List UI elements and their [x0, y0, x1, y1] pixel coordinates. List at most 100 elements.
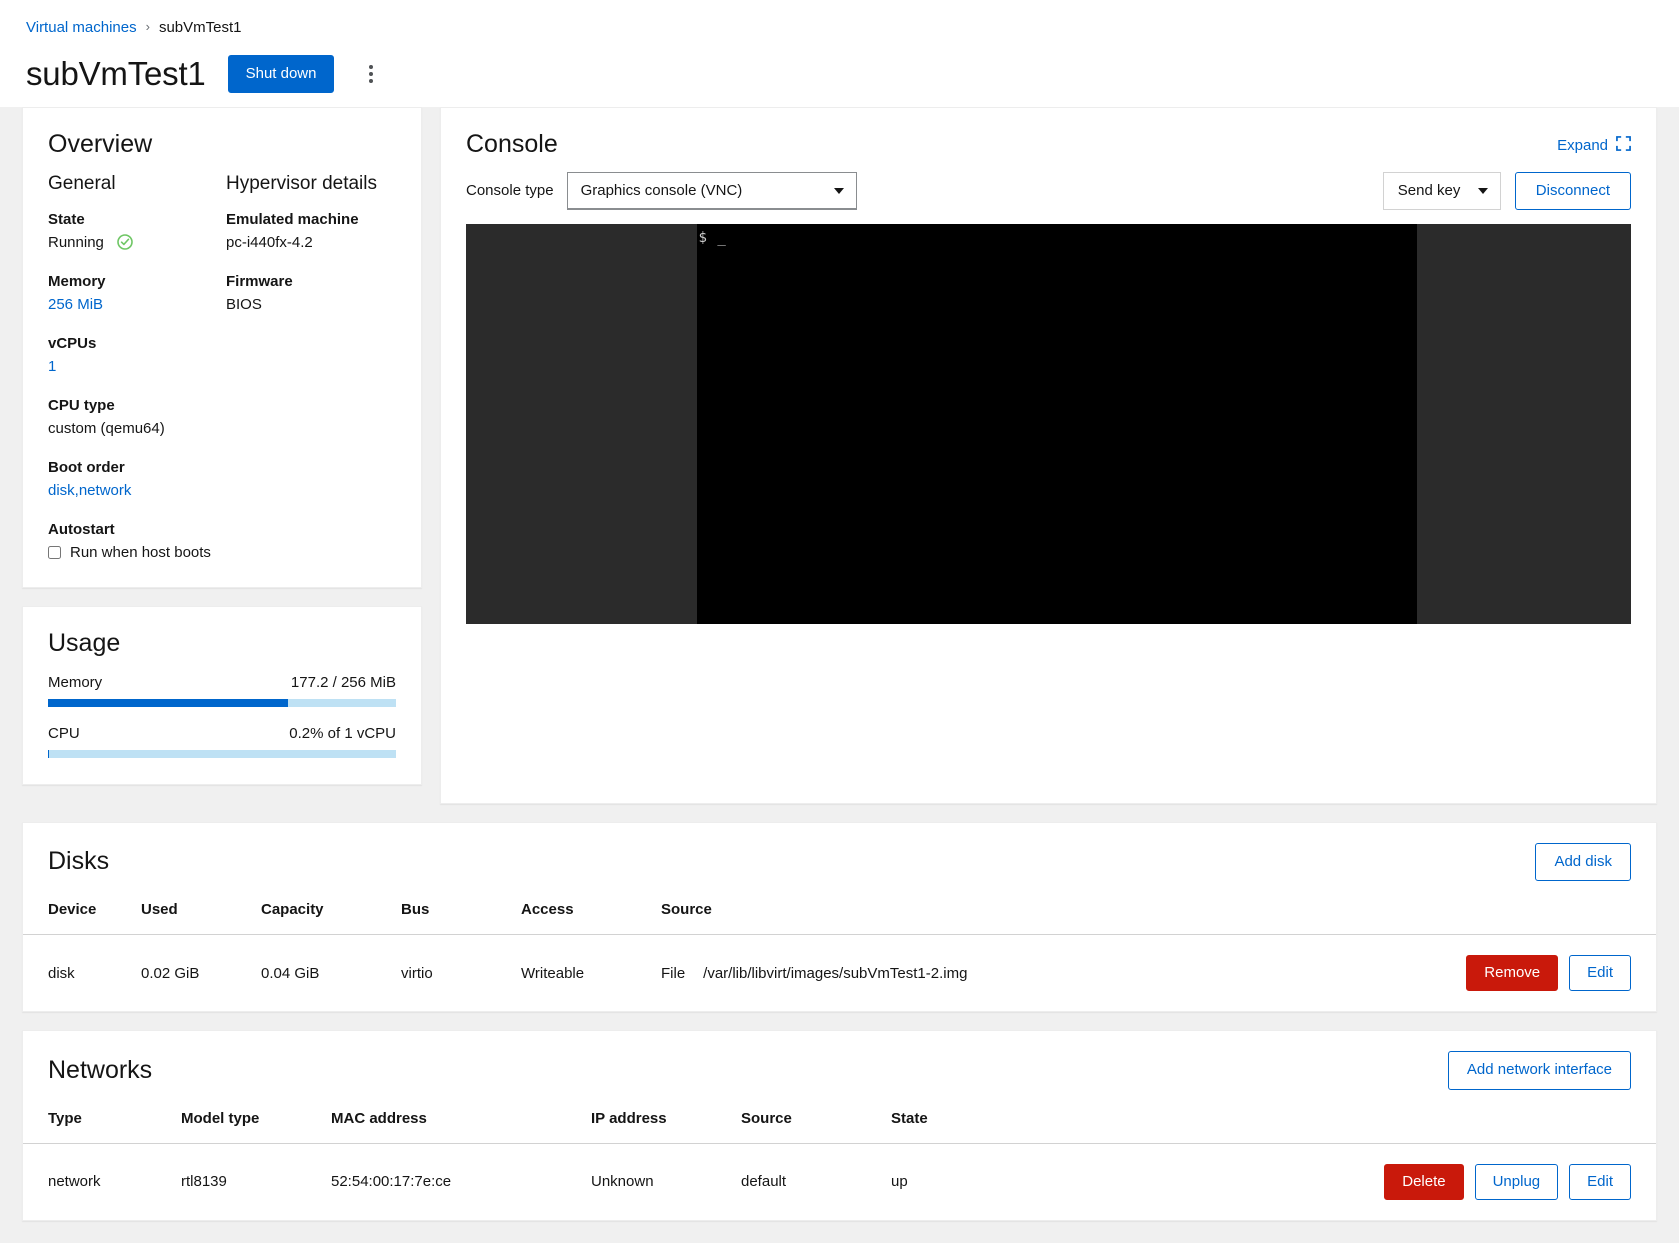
- edit-disk-button[interactable]: Edit: [1569, 955, 1631, 991]
- console-actions: Send key Disconnect: [1383, 172, 1631, 210]
- disk-used: 0.02 GiB: [133, 935, 253, 1012]
- disks-col-capacity: Capacity: [253, 895, 393, 935]
- overview-card: Overview General State Running: [22, 107, 422, 588]
- disks-col-bus: Bus: [393, 895, 513, 935]
- usage-memory-track: [48, 699, 396, 707]
- usage-memory-value: 177.2 / 256 MiB: [291, 674, 396, 691]
- networks-header-row: Type Model type MAC address IP address S…: [23, 1104, 1656, 1144]
- disks-col-device: Device: [23, 895, 133, 935]
- breadcrumb-link-virtual-machines[interactable]: Virtual machines: [26, 18, 137, 38]
- state-value-row: Running: [48, 234, 218, 251]
- usage-title: Usage: [23, 607, 421, 658]
- networks-card: Networks Add network interface Type Mode…: [22, 1030, 1657, 1221]
- console-type-group: Console type Graphics console (VNC): [466, 172, 857, 210]
- vcpus-label: vCPUs: [48, 335, 218, 352]
- autostart-checkbox[interactable]: [48, 546, 61, 559]
- cpu-type-label: CPU type: [48, 397, 218, 414]
- usage-memory-fill: [48, 699, 288, 707]
- autostart-label: Autostart: [48, 521, 218, 538]
- disk-row-actions: Remove Edit: [1406, 935, 1656, 1012]
- autostart-checkbox-label: Run when host boots: [70, 544, 211, 561]
- disks-col-access: Access: [513, 895, 653, 935]
- console-type-label: Console type: [466, 182, 554, 199]
- expand-icon: [1616, 136, 1631, 155]
- vnc-console-viewport[interactable]: $ _: [466, 224, 1631, 624]
- usage-memory-row: Memory 177.2 / 256 MiB: [48, 674, 396, 707]
- disks-col-source: Source: [653, 895, 1406, 935]
- console-type-select[interactable]: Graphics console (VNC): [567, 172, 857, 210]
- usage-memory-label: Memory: [48, 674, 102, 691]
- expand-console-button[interactable]: Expand: [1557, 130, 1631, 155]
- disks-title: Disks: [48, 847, 109, 876]
- networks-col-source: Source: [733, 1104, 883, 1144]
- networks-col-type: Type: [23, 1104, 173, 1144]
- console-toolbar: Console type Graphics console (VNC) Send…: [441, 159, 1656, 224]
- disk-capacity: 0.04 GiB: [253, 935, 393, 1012]
- overview-general-heading: General: [48, 173, 218, 195]
- main-content: Overview General State Running: [0, 107, 1679, 1243]
- chevron-down-icon: [1478, 188, 1488, 194]
- usage-body: Memory 177.2 / 256 MiB CPU 0.2% of 1 vCP…: [23, 658, 421, 784]
- vnc-terminal-prompt: $ _: [699, 230, 727, 246]
- console-card: Console Expand Console type: [440, 107, 1657, 804]
- networks-col-state: State: [883, 1104, 1336, 1144]
- networks-col-mac-address: MAC address: [323, 1104, 583, 1144]
- network-mac-address: 52:54:00:17:7e:ce: [323, 1143, 583, 1220]
- disk-source: File /var/lib/libvirt/images/subVmTest1-…: [653, 935, 1406, 1012]
- table-row: disk 0.02 GiB 0.04 GiB virtio Writeable …: [23, 935, 1656, 1012]
- networks-title: Networks: [48, 1056, 152, 1085]
- disk-device: disk: [23, 935, 133, 1012]
- add-disk-button[interactable]: Add disk: [1535, 843, 1631, 881]
- left-column: Overview General State Running: [22, 107, 422, 785]
- overview-title: Overview: [23, 108, 421, 159]
- networks-col-model-type: Model type: [173, 1104, 323, 1144]
- disks-header-row: Device Used Capacity Bus Access Source: [23, 895, 1656, 935]
- breadcrumb-current: subVmTest1: [159, 18, 242, 38]
- vnc-screen[interactable]: $ _: [697, 224, 1417, 624]
- shut-down-button[interactable]: Shut down: [228, 55, 335, 93]
- console-type-selected-value: Graphics console (VNC): [581, 182, 743, 199]
- usage-cpu-row: CPU 0.2% of 1 vCPU: [48, 725, 396, 758]
- disks-table: Device Used Capacity Bus Access Source d…: [23, 895, 1656, 1011]
- disk-source-kind: File: [661, 965, 685, 982]
- add-network-interface-button[interactable]: Add network interface: [1448, 1051, 1631, 1089]
- remove-disk-button[interactable]: Remove: [1466, 955, 1558, 991]
- firmware-value: BIOS: [226, 296, 396, 313]
- send-key-dropdown[interactable]: Send key: [1383, 172, 1501, 210]
- disk-source-path: /var/lib/libvirt/images/subVmTest1-2.img: [703, 965, 967, 982]
- usage-memory-head: Memory 177.2 / 256 MiB: [48, 674, 396, 691]
- disks-col-used: Used: [133, 895, 253, 935]
- networks-col-ip-address: IP address: [583, 1104, 733, 1144]
- disk-bus: virtio: [393, 935, 513, 1012]
- status-running-check-icon: [117, 234, 133, 250]
- boot-order-value-link[interactable]: disk,network: [48, 482, 218, 499]
- send-key-label: Send key: [1398, 182, 1461, 199]
- console-title: Console: [466, 130, 558, 159]
- unplug-network-button[interactable]: Unplug: [1475, 1164, 1559, 1200]
- usage-card: Usage Memory 177.2 / 256 MiB CPU: [22, 606, 422, 785]
- networks-header: Networks Add network interface: [23, 1031, 1656, 1103]
- edit-network-button[interactable]: Edit: [1569, 1164, 1631, 1200]
- overview-body: General State Running Memory: [23, 159, 421, 587]
- disks-header: Disks Add disk: [23, 823, 1656, 895]
- state-value: Running: [48, 234, 104, 251]
- emulated-machine-label: Emulated machine: [226, 211, 396, 228]
- memory-label: Memory: [48, 273, 218, 290]
- delete-network-button[interactable]: Delete: [1384, 1164, 1463, 1200]
- network-ip-address: Unknown: [583, 1143, 733, 1220]
- state-label: State: [48, 211, 218, 228]
- page-header: Virtual machines › subVmTest1 subVmTest1…: [0, 0, 1679, 107]
- memory-value-link[interactable]: 256 MiB: [48, 296, 218, 313]
- vcpus-value-link[interactable]: 1: [48, 358, 218, 375]
- boot-order-label: Boot order: [48, 459, 218, 476]
- usage-cpu-track: [48, 750, 396, 758]
- usage-cpu-label: CPU: [48, 725, 80, 742]
- title-row: subVmTest1 Shut down: [26, 55, 1653, 93]
- networks-table: Type Model type MAC address IP address S…: [23, 1104, 1656, 1220]
- disconnect-button[interactable]: Disconnect: [1515, 172, 1631, 210]
- autostart-checkbox-row[interactable]: Run when host boots: [48, 544, 218, 561]
- usage-cpu-head: CPU 0.2% of 1 vCPU: [48, 725, 396, 742]
- more-actions-kebab-icon[interactable]: [356, 57, 386, 91]
- console-head-row: Console Expand: [441, 108, 1656, 159]
- networks-col-actions: [1336, 1104, 1656, 1144]
